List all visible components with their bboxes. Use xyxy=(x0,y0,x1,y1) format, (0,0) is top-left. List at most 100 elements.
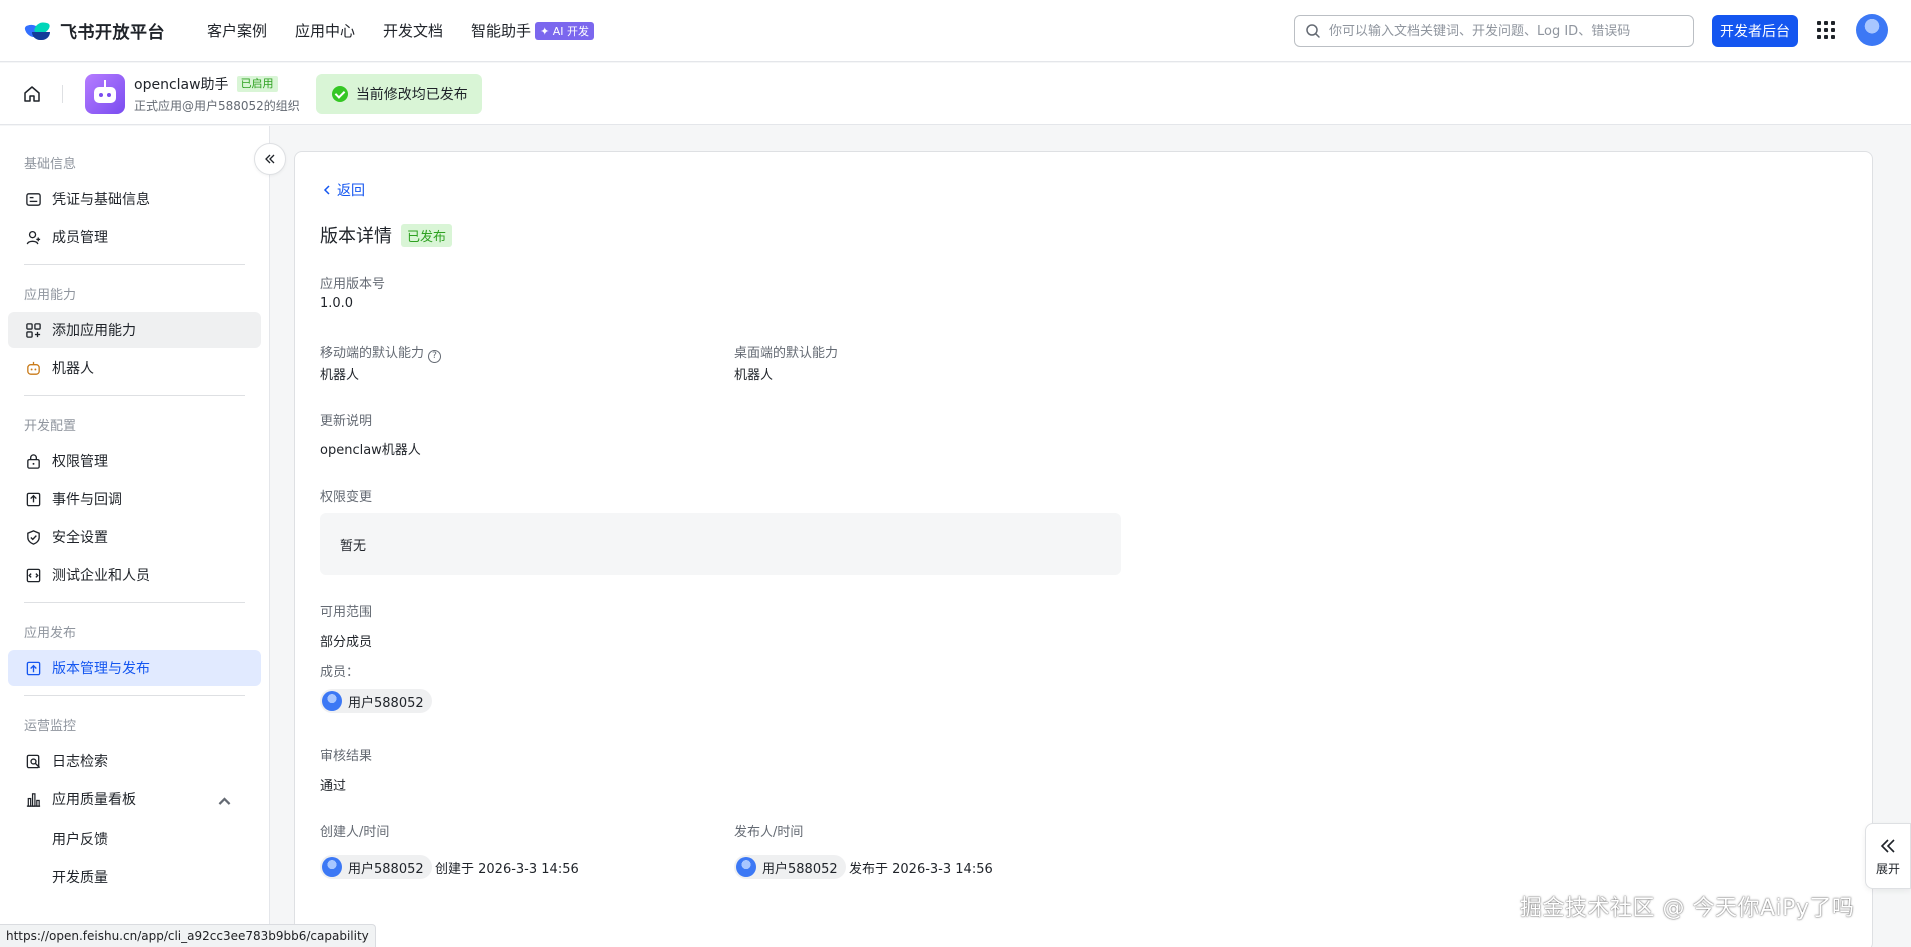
mobile-capability-value: 机器人 xyxy=(320,368,360,383)
sidebar-item-security[interactable]: 安全设置 xyxy=(8,519,261,555)
apps-grid-icon[interactable] xyxy=(1817,21,1835,39)
published-time: 发布于 2026-3-3 14:56 xyxy=(849,862,993,877)
sidebar-item-add-capability[interactable]: 添加应用能力 xyxy=(8,312,261,348)
members-label: 成员： xyxy=(320,665,360,680)
user-avatar[interactable] xyxy=(1856,14,1888,46)
creator-name: 用户588052 xyxy=(348,861,424,877)
sidebar-subitem-feedback[interactable]: 用户反馈 xyxy=(52,829,108,849)
sidebar-item-credentials[interactable]: 凭证与基础信息 xyxy=(8,181,261,217)
expand-icon xyxy=(1880,838,1895,853)
title-row: 版本详情 已发布 xyxy=(320,222,453,248)
release-notes-label: 更新说明 xyxy=(320,414,373,429)
developer-console-button[interactable]: 开发者后台 xyxy=(1712,15,1798,47)
permission-change-value: 暂无 xyxy=(340,538,367,554)
credential-icon xyxy=(26,192,41,206)
desktop-capability-label: 桌面端的默认能力 xyxy=(734,346,839,361)
publish-status-text: 当前修改均已发布 xyxy=(355,86,468,103)
bot-icon xyxy=(27,361,40,375)
sidebar-item-label: 添加应用能力 xyxy=(52,323,136,339)
feishu-logo[interactable]: 飞书开放平台 xyxy=(24,18,165,43)
log-search-icon xyxy=(26,754,41,768)
add-capability-icon xyxy=(26,322,41,338)
sidebar-item-members[interactable]: 成员管理 xyxy=(8,219,261,255)
collapse-left-icon xyxy=(265,154,275,164)
avatar xyxy=(322,691,342,711)
divider xyxy=(24,395,245,396)
logo-text: 飞书开放平台 xyxy=(60,23,165,43)
search-box[interactable] xyxy=(1294,15,1694,47)
nav-link-docs[interactable]: 开发文档 xyxy=(383,20,443,41)
sidebar-item-version[interactable]: 版本管理与发布 xyxy=(8,650,261,686)
back-link[interactable]: 返回 xyxy=(321,180,365,200)
app-name[interactable]: openclaw助手 xyxy=(134,74,229,94)
sidebar-item-test-org[interactable]: 测试企业和人员 xyxy=(8,557,261,593)
section-dev-config: 开发配置 xyxy=(24,419,77,434)
chart-icon xyxy=(26,792,41,807)
status-bar-url: https://open.feishu.cn/app/cli_a92cc3ee7… xyxy=(0,924,376,947)
section-publish: 应用发布 xyxy=(24,626,77,641)
nav-link-app-center[interactable]: 应用中心 xyxy=(295,20,355,41)
nav-link-assistant[interactable]: 智能助手 ✦ AI 开发 xyxy=(471,20,595,41)
version-value: 1.0.0 xyxy=(320,296,354,311)
upload-icon xyxy=(26,661,41,675)
app-header: openclaw助手 已启用 正式应用@用户588052的组织 当前修改均已发布 xyxy=(0,63,1911,125)
section-basic: 基础信息 xyxy=(24,157,77,172)
chevron-left-icon xyxy=(323,185,330,195)
divider xyxy=(62,84,63,103)
sidebar-item-log-search[interactable]: 日志检索 xyxy=(8,743,261,779)
chevron-up-icon[interactable] xyxy=(216,793,233,810)
created-time: 创建于 2026-3-3 14:56 xyxy=(435,862,579,877)
creator-label: 创建人/时间 xyxy=(320,825,390,840)
home-icon[interactable] xyxy=(22,84,42,104)
divider xyxy=(24,602,245,603)
user-name: 用户588052 xyxy=(348,695,424,711)
mobile-capability-label-text: 移动端的默认能力 xyxy=(320,346,425,361)
publisher-name: 用户588052 xyxy=(762,861,838,877)
permission-change-box: 暂无 xyxy=(320,513,1121,575)
nav-link-cases[interactable]: 客户案例 xyxy=(207,20,267,41)
status-badge: 已发布 xyxy=(401,223,453,247)
sidebar-item-label: 成员管理 xyxy=(52,230,108,246)
app-status-badge: 已启用 xyxy=(236,75,278,92)
member-icon xyxy=(26,230,41,244)
version-label: 应用版本号 xyxy=(320,277,386,292)
permission-change-label: 权限变更 xyxy=(320,490,373,505)
app-meta: openclaw助手 已启用 正式应用@用户588052的组织 xyxy=(134,74,300,114)
app-subtitle: 正式应用@用户588052的组织 xyxy=(134,98,300,113)
user-chip[interactable]: 用户588052 xyxy=(320,689,432,713)
sidebar-item-label: 安全设置 xyxy=(52,530,108,546)
check-icon xyxy=(331,85,348,102)
section-capability: 应用能力 xyxy=(24,288,77,303)
lock-icon xyxy=(27,453,40,469)
expand-label: 展开 xyxy=(1875,861,1900,876)
nav-link-assistant-label: 智能助手 xyxy=(471,22,532,40)
publisher-chip[interactable]: 用户588052 xyxy=(734,855,846,879)
sidebar-item-label: 版本管理与发布 xyxy=(52,661,150,677)
watermark: 掘金技术社区 @ 今天你AiPy了吗 xyxy=(1520,896,1855,921)
sidebar: 基础信息 凭证与基础信息 成员管理 应用能力 添加应用能力 机器人 开发配置 权… xyxy=(0,126,270,947)
divider xyxy=(24,695,245,696)
sidebar-item-permissions[interactable]: 权限管理 xyxy=(8,443,261,479)
page-title: 版本详情 xyxy=(320,226,392,247)
sidebar-item-events[interactable]: 事件与回调 xyxy=(8,481,261,517)
sidebar-item-label: 测试企业和人员 xyxy=(52,568,150,584)
sidebar-item-bot[interactable]: 机器人 xyxy=(8,350,261,386)
desktop-capability-value: 机器人 xyxy=(734,368,774,383)
collapse-sidebar-button[interactable] xyxy=(254,143,286,175)
help-icon[interactable]: ? xyxy=(428,350,442,363)
ai-dev-badge: ✦ AI 开发 xyxy=(535,21,595,40)
search-input[interactable] xyxy=(1329,23,1679,39)
event-icon xyxy=(26,492,41,506)
avatar xyxy=(736,857,756,877)
expand-panel-button[interactable]: 展开 xyxy=(1865,823,1911,889)
sidebar-item-label: 凭证与基础信息 xyxy=(52,192,150,208)
divider xyxy=(24,264,245,265)
sidebar-item-quality-board[interactable]: 应用质量看板 xyxy=(8,781,261,817)
shield-icon xyxy=(27,529,40,545)
creator-chip[interactable]: 用户588052 xyxy=(320,855,432,879)
avatar xyxy=(322,857,342,877)
scope-label: 可用范围 xyxy=(320,605,373,620)
scope-value: 部分成员 xyxy=(320,635,373,650)
sidebar-item-label: 应用质量看板 xyxy=(52,792,136,808)
sidebar-subitem-dev-quality[interactable]: 开发质量 xyxy=(52,867,108,887)
